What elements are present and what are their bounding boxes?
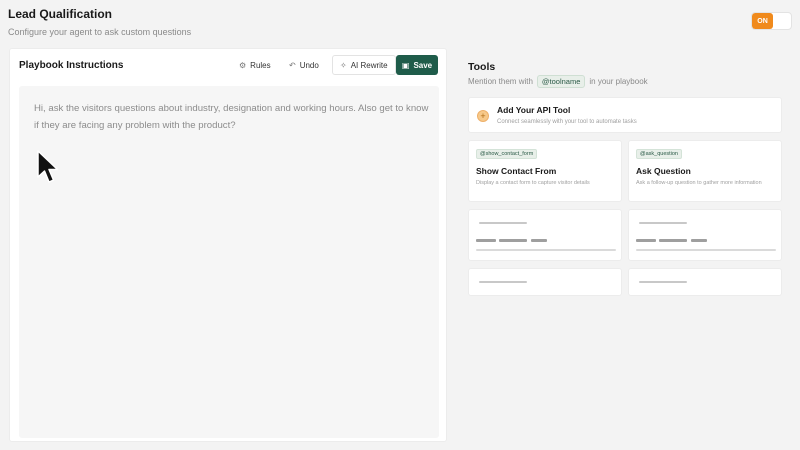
playbook-title: Playbook Instructions	[19, 60, 124, 71]
plus-icon: +	[477, 110, 489, 122]
tool-tag: @ask_question	[636, 149, 682, 159]
toggle-on-label: ON	[752, 13, 773, 29]
undo-label: Undo	[299, 60, 319, 70]
skeleton-line	[691, 239, 707, 242]
save-label: Save	[413, 60, 433, 70]
rules-button[interactable]: ⚙ Rules	[232, 55, 278, 75]
tool-description: Ask a follow-up question to gather more …	[636, 180, 762, 186]
toolname-tag: @toolname	[536, 75, 586, 88]
playbook-panel: Playbook Instructions ⚙ Rules ↶ Undo ✧ A…	[9, 48, 447, 442]
sparkle-icon: ✧	[340, 60, 347, 70]
skeleton-line	[639, 281, 687, 283]
page-title: Lead Qualification	[8, 7, 113, 21]
skeleton-line	[659, 239, 687, 242]
ask-question-card[interactable]: @ask_question Ask Question Ask a follow-…	[628, 140, 782, 202]
mouse-pointer-icon	[37, 150, 59, 183]
ai-rewrite-label: AI Rewrite	[350, 60, 388, 70]
tools-subtitle-suffix: in your playbook	[589, 77, 648, 86]
tool-tag: @show_contact_form	[476, 149, 538, 159]
undo-button[interactable]: ↶ Undo	[282, 55, 326, 75]
skeleton-line	[636, 249, 776, 251]
rules-label: Rules	[250, 60, 271, 70]
page-header: Lead Qualification Configure your agent …	[8, 7, 191, 37]
undo-icon: ↶	[289, 60, 296, 70]
playbook-editor[interactable]: Hi, ask the visitors questions about ind…	[19, 86, 439, 438]
loading-tool-card	[628, 268, 782, 296]
tool-title: Show Contact From	[476, 166, 557, 176]
skeleton-line	[479, 222, 527, 224]
skeleton-line	[639, 222, 687, 224]
gear-icon: ⚙	[239, 60, 247, 70]
skeleton-line	[479, 281, 527, 283]
loading-tool-card	[628, 209, 782, 261]
add-api-tool-card[interactable]: + Add Your API Tool Connect seamlessly w…	[468, 97, 782, 133]
api-tool-description: Connect seamlessly with your tool to aut…	[497, 119, 637, 125]
loading-tool-card	[468, 209, 622, 261]
api-tool-title: Add Your API Tool	[497, 105, 571, 115]
tools-title: Tools	[468, 61, 496, 73]
playbook-editor-text[interactable]: Hi, ask the visitors questions about ind…	[34, 100, 434, 134]
skeleton-line	[531, 239, 547, 242]
tool-title: Ask Question	[636, 166, 691, 176]
tool-description: Display a contact form to capture visito…	[476, 180, 590, 186]
show-contact-form-card[interactable]: @show_contact_form Show Contact From Dis…	[468, 140, 622, 202]
skeleton-line	[499, 239, 527, 242]
ai-rewrite-button[interactable]: ✧ AI Rewrite	[332, 55, 396, 75]
skeleton-line	[476, 239, 496, 242]
skeleton-line	[636, 239, 656, 242]
loading-tool-card	[468, 268, 622, 296]
save-icon: ▣	[401, 60, 410, 70]
skeleton-line	[476, 249, 616, 251]
page-subtitle: Configure your agent to ask custom quest…	[8, 27, 192, 37]
tools-subtitle-prefix: Mention them with	[468, 77, 533, 86]
lead-qualification-toggle[interactable]: ON	[751, 12, 792, 30]
save-button[interactable]: ▣ Save	[396, 55, 438, 75]
tools-subtitle: Mention them with @toolname in your play…	[468, 75, 648, 88]
